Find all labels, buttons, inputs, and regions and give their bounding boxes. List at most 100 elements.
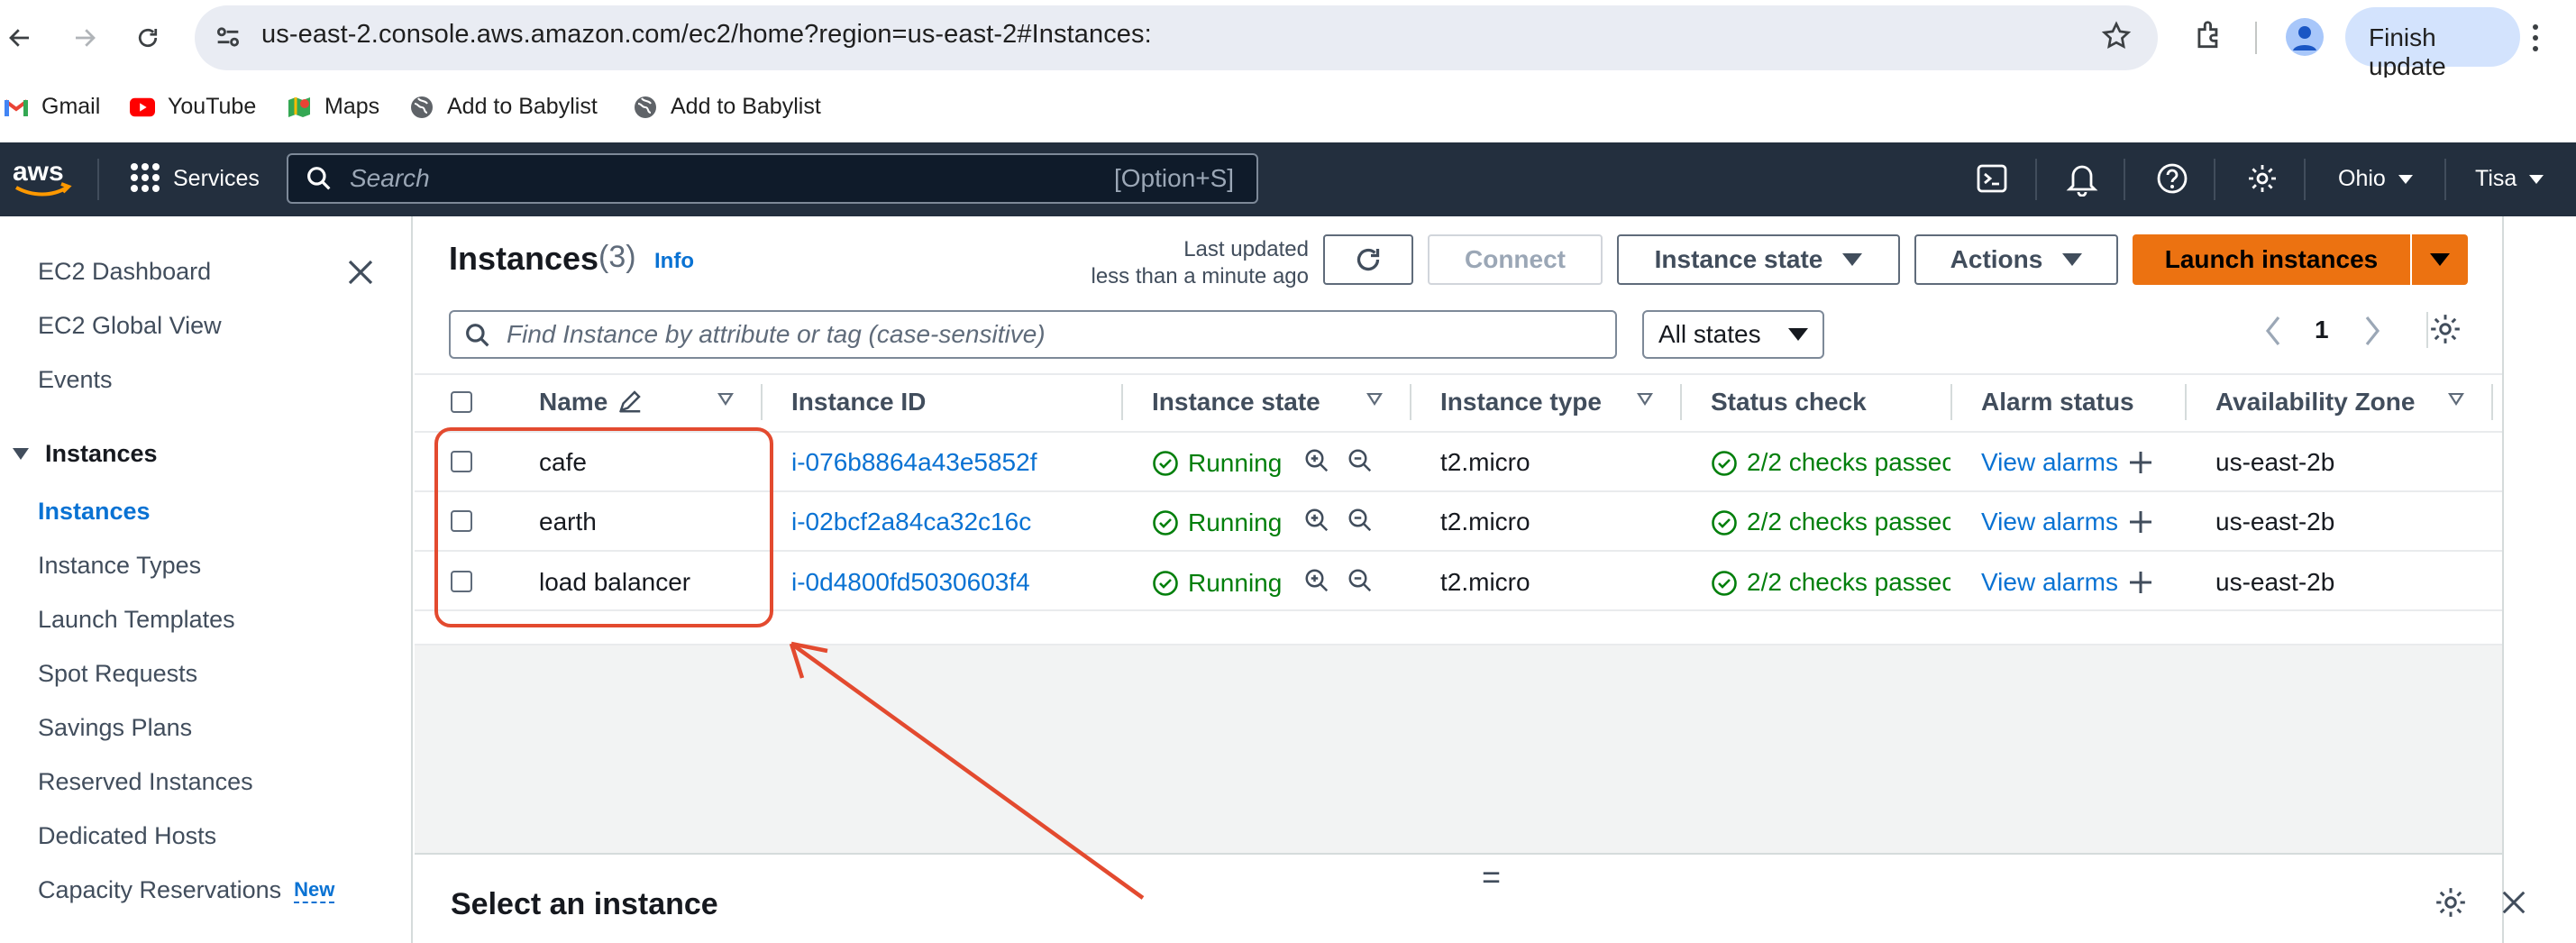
select-all-checkbox[interactable] [451,391,472,413]
console-search-input[interactable] [287,153,1258,204]
launch-instances-button[interactable]: Launch instances [2133,234,2410,285]
bookmark-label: Gmail [41,94,101,119]
help-icon[interactable] [2156,162,2188,195]
column-resizer[interactable] [1950,384,1952,420]
sidebar-item-spot-requests[interactable]: Spot Requests [38,660,197,688]
split-panel-drag-handle[interactable]: = [1482,858,1501,896]
sort-icon[interactable] [1366,393,1383,406]
bookmark-youtube[interactable]: YouTube [130,94,256,120]
bookmark-star-icon[interactable] [2100,20,2133,52]
bookmark-label: Add to Babylist [447,94,598,119]
bookmark-babylist-2[interactable]: Add to Babylist [633,94,821,120]
instance-state-button[interactable]: Instance state [1617,234,1900,285]
forward-icon[interactable] [65,18,105,58]
sidebar-item-ec2-global-view[interactable]: EC2 Global View [38,312,222,340]
instance-id-link[interactable]: i-0d4800fd5030603f4 [791,568,1030,597]
finish-update-label: Finish update [2369,23,2446,80]
table-settings-icon[interactable] [2428,312,2462,346]
column-header-status-check[interactable]: Status check [1711,388,1867,417]
url-text[interactable]: us-east-2.console.aws.amazon.com/ec2/hom… [261,20,1152,50]
back-icon[interactable] [0,18,40,58]
zoom-in-icon[interactable] [1303,567,1330,594]
view-alarms-link[interactable]: View alarms [1981,508,2118,536]
column-resizer[interactable] [2491,384,2493,420]
column-header-availability-zone[interactable]: Availability Zone [2215,388,2415,417]
reload-icon[interactable] [128,18,168,58]
status-check-text: 2/2 checks passec [1747,448,1950,476]
page-number[interactable]: 1 [2315,316,2329,344]
account-menu[interactable]: Tisa [2475,166,2544,192]
profile-avatar[interactable] [2286,18,2324,56]
zoom-in-icon[interactable] [1303,507,1330,534]
column-header-instance-state[interactable]: Instance state [1152,388,1320,417]
column-header-alarm-status[interactable]: Alarm status [1981,388,2134,417]
sidebar-section-instances[interactable]: Instances [13,440,158,468]
settings-icon[interactable] [2246,162,2279,195]
refresh-button[interactable] [1323,234,1413,285]
zoom-in-icon[interactable] [1303,447,1330,474]
close-icon[interactable] [2500,889,2527,916]
column-header-instance-id[interactable]: Instance ID [791,388,926,417]
aws-logo[interactable]: aws [11,155,74,200]
split-panel-title: Select an instance [451,887,718,921]
browser-menu-icon[interactable] [2529,20,2542,56]
bell-icon[interactable] [2066,160,2098,197]
actions-button[interactable]: Actions [1914,234,2118,285]
extensions-icon[interactable] [2192,18,2226,52]
column-resizer[interactable] [761,384,763,420]
add-alarm-icon[interactable] [2127,569,2154,596]
sort-icon[interactable] [2448,393,2464,406]
instance-id-link[interactable]: i-02bcf2a84ca32c16c [791,508,1031,536]
column-resizer[interactable] [1410,384,1411,420]
column-header-instance-type[interactable]: Instance type [1440,388,1602,417]
add-alarm-icon[interactable] [2127,449,2154,476]
sort-icon[interactable] [717,393,734,406]
globe-icon [633,95,658,120]
region-selector[interactable]: Ohio [2338,166,2413,192]
connect-button[interactable]: Connect [1428,234,1603,285]
sidebar-item-reserved-instances[interactable]: Reserved Instances [38,768,253,796]
cloudshell-icon[interactable] [1976,162,2008,195]
split-panel-settings-icon[interactable] [2434,885,2468,920]
bookmark-maps[interactable]: Maps [287,94,379,120]
instance-state-label: Instance state [1654,245,1823,273]
close-icon[interactable] [346,258,375,287]
sidebar-item-ec2-dashboard[interactable]: EC2 Dashboard [38,258,211,286]
site-info-icon[interactable] [213,22,243,52]
services-grid-icon[interactable] [130,162,160,193]
previous-page-icon[interactable] [2262,314,2284,348]
sidebar-item-events[interactable]: Events [38,366,113,394]
last-updated-line1: Last updated [1183,237,1309,261]
finish-update-button[interactable]: Finish update [2345,7,2520,80]
zoom-out-icon[interactable] [1347,447,1374,474]
sort-icon[interactable] [1637,393,1653,406]
sidebar-item-dedicated-hosts[interactable]: Dedicated Hosts [38,822,216,850]
add-alarm-icon[interactable] [2127,508,2154,536]
bookmark-gmail[interactable]: Gmail [4,94,100,120]
services-menu[interactable]: Services [173,166,260,192]
sidebar-item-instance-types[interactable]: Instance Types [38,552,201,580]
instance-id-link[interactable]: i-076b8864a43e5852f [791,448,1037,477]
states-filter-select[interactable]: All states [1642,310,1824,359]
sidebar-item-instances[interactable]: Instances [38,498,151,526]
help-panel-rail [2502,216,2576,943]
next-page-icon[interactable] [2361,314,2383,348]
column-resizer[interactable] [2185,384,2187,420]
column-resizer[interactable] [1680,384,1682,420]
sidebar-item-savings-plans[interactable]: Savings Plans [38,714,192,742]
instance-type: t2.micro [1440,508,1530,536]
sidebar-item-launch-templates[interactable]: Launch Templates [38,606,235,634]
view-alarms-link[interactable]: View alarms [1981,448,2118,477]
zoom-out-icon[interactable] [1347,507,1374,534]
page-title: Instances [449,240,599,277]
column-header-name[interactable]: Name [539,388,607,417]
bookmark-babylist-1[interactable]: Add to Babylist [409,94,598,120]
launch-instances-dropdown[interactable] [2412,234,2468,285]
column-resizer[interactable] [1121,384,1123,420]
sidebar-item-capacity-reservations[interactable]: Capacity Reservations New [38,876,335,904]
info-link[interactable]: Info [654,249,694,274]
view-alarms-link[interactable]: View alarms [1981,568,2118,597]
gmail-icon [4,95,29,120]
zoom-out-icon[interactable] [1347,567,1374,594]
details-split-panel [415,853,2502,943]
